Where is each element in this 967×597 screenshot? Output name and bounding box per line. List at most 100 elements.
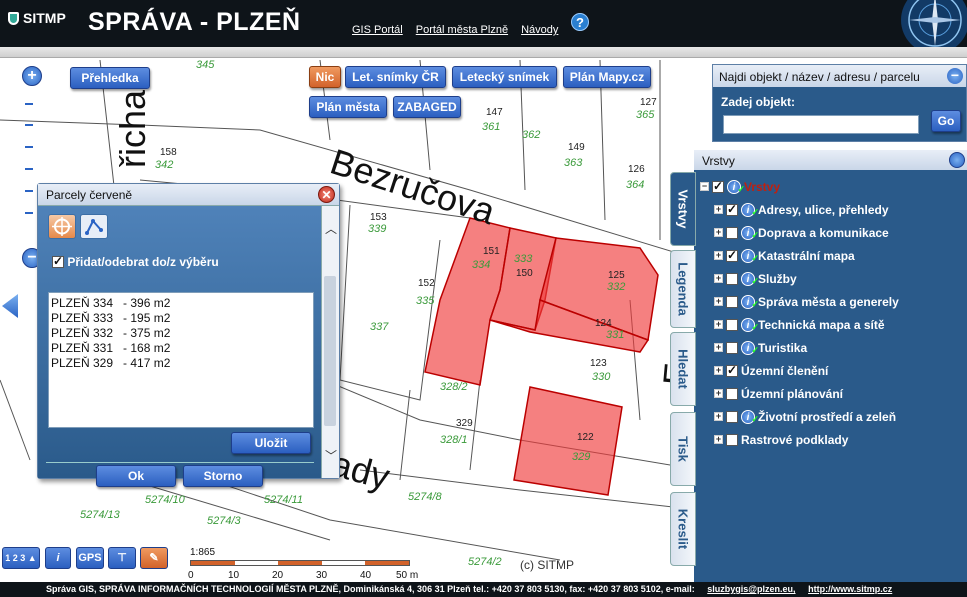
info-icon[interactable]: i [741, 409, 759, 426]
expand-icon[interactable]: + [714, 228, 723, 237]
basemap-city-plan-button[interactable]: Plán města [309, 96, 387, 118]
footer-email-link[interactable]: sluzbygis@plzen.eu, [707, 584, 795, 594]
coordinates-tool[interactable]: 1 2 3 ▲ [2, 547, 40, 569]
layer-row-addresses[interactable]: + i Adresy, ulice, přehledy [714, 199, 967, 220]
basemap-none-button[interactable]: Nic [309, 66, 341, 88]
basemap-aerial-cr-button[interactable]: Let. snímky ČR [345, 66, 446, 88]
target-tool-button[interactable] [48, 214, 76, 239]
expand-icon[interactable]: + [714, 366, 723, 375]
add-remove-checkbox-row[interactable]: Přidat/odebrat do/z výběru [52, 254, 219, 269]
polyline-icon [85, 219, 103, 235]
layer-checkbox[interactable] [726, 410, 738, 423]
svg-text:331: 331 [606, 329, 624, 341]
layer-row-planning[interactable]: + Územní plánování [714, 383, 967, 404]
layer-row-tourism[interactable]: + i Turistika [714, 337, 967, 358]
polyline-tool-button[interactable] [80, 214, 108, 239]
tab-print[interactable]: Tisk [670, 412, 696, 486]
layer-row-city-admin[interactable]: + i Správa města a generely [714, 291, 967, 312]
search-input[interactable] [723, 115, 919, 134]
zoom-tick [25, 103, 33, 105]
layer-checkbox[interactable] [726, 226, 738, 239]
layer-row-technical[interactable]: + i Technická mapa a sítě [714, 314, 967, 335]
layer-row-transport[interactable]: + i Doprava a komunikace [714, 222, 967, 243]
basemap-mapy-cz-button[interactable]: Plán Mapy.cz [563, 66, 651, 88]
close-icon[interactable]: ✕ [318, 186, 335, 203]
basemap-aerial-button[interactable]: Letecký snímek [452, 66, 557, 88]
go-button[interactable]: Go [931, 110, 961, 132]
tab-search[interactable]: Hledat [670, 332, 696, 406]
scroll-thumb[interactable] [324, 276, 336, 426]
tab-layers[interactable]: Vrstvy [670, 172, 696, 246]
link-gis-portal[interactable]: GIS Portál [352, 24, 403, 36]
footer-url-link[interactable]: http://www.sitmp.cz [808, 584, 892, 594]
expand-icon[interactable]: + [714, 297, 723, 306]
info-tool[interactable]: i [45, 547, 71, 569]
expand-icon[interactable]: + [714, 251, 723, 260]
info-icon[interactable]: i [741, 317, 759, 334]
dialog-scrollbar[interactable]: ︿ ﹀ [321, 206, 339, 478]
tab-legend[interactable]: Legenda [670, 250, 696, 328]
help-button[interactable]: ? [571, 13, 589, 31]
app-title: SPRÁVA - PLZEŇ [88, 8, 301, 36]
collapse-search-icon[interactable]: − [947, 68, 963, 84]
layer-checkbox[interactable] [726, 202, 738, 216]
save-button[interactable]: Uložit [231, 432, 311, 454]
layer-checkbox[interactable] [726, 363, 738, 377]
list-item[interactable]: PLZEŇ 334 - 396 m2 [51, 296, 311, 311]
info-icon[interactable]: i [741, 340, 759, 357]
layer-row-cadastral[interactable]: + i Katastrální mapa [714, 245, 967, 266]
zoom-tick [25, 124, 33, 126]
zoom-in-button[interactable]: + [22, 66, 42, 86]
svg-text:řicha: řicha [112, 89, 153, 168]
scroll-down-icon[interactable]: ﹀ [325, 447, 337, 464]
draw-tool[interactable]: ✎ [140, 547, 168, 569]
layer-checkbox[interactable] [726, 433, 738, 446]
link-guides[interactable]: Návody [521, 24, 558, 36]
list-item[interactable]: PLZEŇ 331 - 168 m2 [51, 341, 311, 356]
layer-row-environment[interactable]: + i Životní prostředí a zeleň [714, 406, 967, 427]
info-icon[interactable]: i [741, 294, 759, 311]
basemap-zabaged-button[interactable]: ZABAGED [393, 96, 461, 118]
list-item[interactable]: PLZEŇ 329 - 417 m2 [51, 356, 311, 371]
info-icon[interactable]: i [741, 202, 759, 219]
layer-row-root[interactable]: − i Vrstvy [700, 176, 954, 197]
info-icon[interactable]: i [741, 271, 759, 288]
layer-checkbox[interactable] [726, 341, 738, 354]
ok-button[interactable]: Ok [96, 465, 176, 487]
dialog-titlebar[interactable]: Parcely červeně ✕ [38, 184, 339, 206]
gps-button[interactable]: GPS [76, 547, 104, 569]
layer-checkbox[interactable] [726, 248, 738, 262]
list-item[interactable]: PLZEŇ 332 - 375 m2 [51, 326, 311, 341]
add-remove-checkbox[interactable] [52, 254, 64, 268]
info-icon[interactable]: i [741, 225, 759, 242]
scroll-up-icon[interactable]: ︿ [325, 220, 337, 237]
expand-icon[interactable]: + [714, 389, 723, 398]
expand-icon[interactable]: + [714, 343, 723, 352]
expand-icon[interactable]: + [714, 435, 723, 444]
link-city-portal[interactable]: Portál města Plzně [416, 24, 508, 36]
measure-tool[interactable]: ⊤ [108, 547, 136, 569]
layer-row-raster[interactable]: + Rastrové podklady [714, 429, 967, 450]
expand-icon[interactable]: + [714, 274, 723, 283]
overview-button[interactable]: Přehledka [70, 67, 150, 89]
layers-toggle-icon[interactable] [949, 152, 965, 168]
cancel-button[interactable]: Storno [183, 465, 263, 487]
layer-checkbox[interactable] [726, 272, 738, 285]
footer-text: Správa GIS, SPRÁVA INFORMAČNÍCH TECHNOLO… [46, 584, 695, 594]
expand-icon[interactable]: + [714, 412, 723, 421]
info-icon[interactable]: i [727, 179, 745, 196]
layer-row-territorial[interactable]: + Územní členění [714, 360, 967, 381]
expand-icon[interactable]: + [714, 205, 723, 214]
layer-checkbox[interactable] [726, 318, 738, 331]
expand-icon[interactable]: + [714, 320, 723, 329]
list-item[interactable]: PLZEŇ 333 - 195 m2 [51, 311, 311, 326]
info-icon[interactable]: i [741, 248, 759, 265]
layer-checkbox[interactable] [712, 179, 724, 193]
collapse-icon[interactable]: − [700, 182, 709, 191]
parcels-list[interactable]: PLZEŇ 334 - 396 m2 PLZEŇ 333 - 195 m2 PL… [48, 292, 314, 428]
layer-checkbox[interactable] [726, 295, 738, 308]
layer-checkbox[interactable] [726, 387, 738, 400]
layer-row-services[interactable]: + i Služby [714, 268, 967, 289]
tab-draw[interactable]: Kreslit [670, 492, 696, 566]
svg-text:124: 124 [595, 318, 612, 329]
